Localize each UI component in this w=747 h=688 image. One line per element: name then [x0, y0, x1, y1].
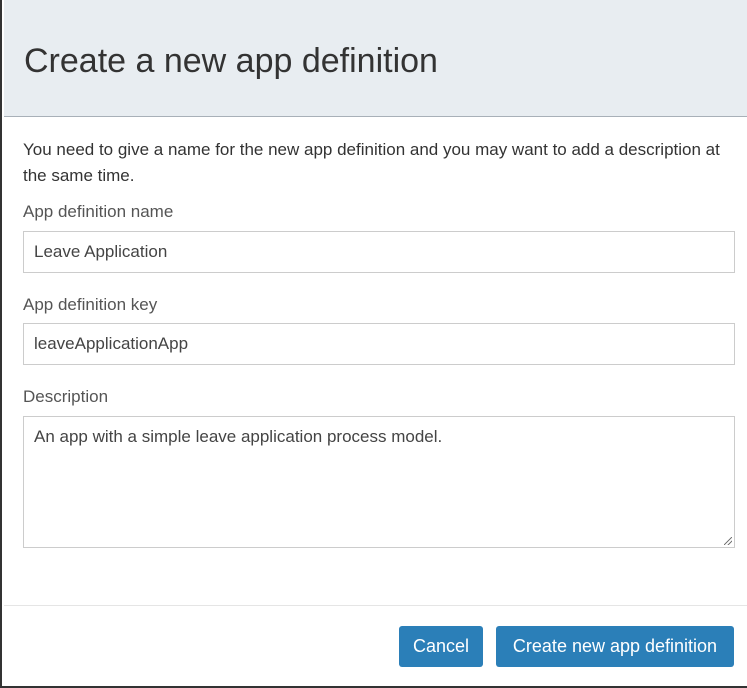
dialog: Create a new app definition You need to … — [0, 0, 747, 688]
description-text: An app with a simple leave application p… — [34, 427, 443, 446]
name-label: App definition name — [23, 202, 174, 221]
cancel-button[interactable]: Cancel — [399, 626, 483, 667]
resize-handle-icon[interactable] — [724, 537, 732, 545]
key-label: App definition key — [23, 295, 158, 314]
dialog-title: Create a new app definition — [24, 42, 438, 80]
dialog-header: Create a new app definition — [4, 0, 747, 117]
description-label: Description — [23, 387, 109, 406]
app-name-input[interactable]: Leave Application — [23, 231, 735, 273]
create-app-definition-button[interactable]: Create new app definition — [496, 626, 734, 667]
footer-divider — [4, 605, 747, 606]
app-key-input[interactable]: leaveApplicationApp — [23, 323, 735, 365]
description-textarea[interactable]: An app with a simple leave application p… — [23, 416, 735, 548]
dialog-intro: You need to give a name for the new app … — [23, 140, 720, 185]
